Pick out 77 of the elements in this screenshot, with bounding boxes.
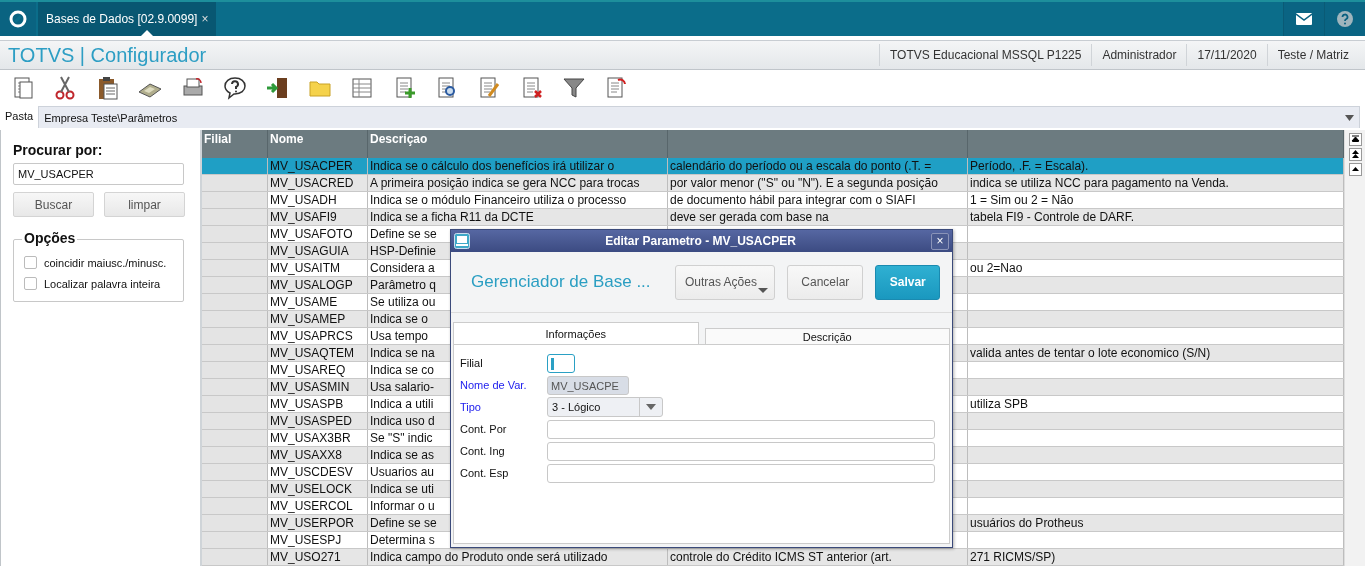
dialog-title: Editar Parametro - MV_USACPER xyxy=(604,234,797,248)
table-cell: valida antes de tentar o lote economico (S/N) xyxy=(970,346,1211,360)
table-cell: 271 RICMS/SP) xyxy=(970,550,1056,564)
table-cell: Usa salario- xyxy=(370,380,435,394)
field-label: Cont. Por xyxy=(460,423,508,435)
table-cell: controle do Crédito ICMS ST anterior (art. xyxy=(670,550,892,564)
table-cell: MV_USAFOTO xyxy=(270,227,353,241)
table-cell: HSP-Definie xyxy=(370,244,437,258)
status-item: Teste / Matriz xyxy=(1266,44,1359,66)
table-cell: Define se se xyxy=(370,227,437,241)
table-cell: MV_USAME xyxy=(270,295,338,309)
table-cell: MV_USACPER xyxy=(270,159,353,173)
table-cell: tabela FI9 - Controle de DARF. xyxy=(970,210,1135,224)
table-cell: Indica campo do Produto onde será utilizado xyxy=(370,550,608,564)
table-cell: ou 2=Nao xyxy=(970,261,1023,275)
status-item: TOTVS Educacional MSSQL P1225 xyxy=(879,44,1092,66)
table-cell: MV_USERCOL xyxy=(270,499,353,513)
table-cell: MV_USESPJ xyxy=(270,533,342,547)
table-cell: MV_USASPED xyxy=(270,414,353,428)
table-cell: MV_USO271 xyxy=(270,550,341,564)
field-label: Filial xyxy=(460,357,484,369)
field-label: Cont. Ing xyxy=(460,445,506,457)
status-item: Administrador xyxy=(1091,44,1187,66)
table-cell: Considera a xyxy=(370,261,435,275)
app-title: TOTVS | Configurador xyxy=(8,43,207,67)
table-cell: MV_USACRED xyxy=(270,176,354,190)
field-label: Tipo xyxy=(460,401,482,413)
table-cell: MV_USAITM xyxy=(270,261,340,275)
table-cell: de documento hábil para integrar com o SIAFI xyxy=(670,193,916,207)
table-cell: Indica se co xyxy=(370,363,435,377)
table-cell: Indica a utili xyxy=(370,397,434,411)
table-cell: deve ser gerada com base na xyxy=(670,210,829,224)
table-cell: Se "S" indic xyxy=(370,431,433,445)
table-cell: A primeira posição indica se gera NCC para trocas xyxy=(370,176,640,190)
table-cell: usuários do Protheus xyxy=(970,516,1084,530)
table-cell: Indica se o xyxy=(370,312,429,326)
table-cell: Define se se xyxy=(370,516,437,530)
table-cell: MV_USAPRCS xyxy=(270,329,353,343)
table-cell: Indica se uti xyxy=(370,482,435,496)
table-cell: MV_USASPB xyxy=(270,397,344,411)
table-cell: Indica se as xyxy=(370,448,435,462)
table-cell: Informar o u xyxy=(370,499,435,513)
table-cell: MV_USAREQ xyxy=(270,363,346,377)
table-cell: MV_USAFI9 xyxy=(270,210,337,224)
table-cell: Indica se a ficha R11 da DCTE xyxy=(370,210,534,224)
table-cell: Determina s xyxy=(370,533,435,547)
table-cell: MV_USALOGP xyxy=(270,278,353,292)
table-cell: MV_USASMIN xyxy=(270,380,350,394)
dialog-heading: Gerenciador de Base ... xyxy=(471,272,651,292)
table-cell: MV_USERPOR xyxy=(270,516,355,530)
table-cell: MV_USADH xyxy=(270,193,337,207)
status-item: 17/11/2020 xyxy=(1186,44,1267,66)
table-cell: MV_USCDESV xyxy=(270,465,353,479)
table-cell: utiliza SPB xyxy=(970,397,1029,411)
field-label: Nome de Var. xyxy=(460,379,528,391)
options-title: Opções xyxy=(22,230,78,246)
table-cell: Usuarios au xyxy=(370,465,435,479)
table-cell: MV_USAQTEM xyxy=(270,346,354,360)
table-cell: Indica se o módulo Financeiro utiliza o processo xyxy=(370,193,627,207)
table-cell: MV_USAXX8 xyxy=(270,448,343,462)
table-cell: Usa tempo xyxy=(370,329,429,343)
table-cell: MV_USAX3BR xyxy=(270,431,351,445)
search-title: Procurar por: xyxy=(13,142,104,158)
table-cell: por valor menor ("S" ou "N"). E a segunda posição xyxy=(670,176,938,190)
table-cell: MV_USAMEP xyxy=(270,312,346,326)
table-cell: Indica se na xyxy=(370,346,435,360)
table-cell: Se utiliza ou xyxy=(370,295,436,309)
table-cell: indica se utiliza NCC para pagamento na Venda. xyxy=(970,176,1229,190)
table-cell: Indica se o cálculo dos benefícios irá utilizar o xyxy=(370,159,615,173)
table-cell: MV_USELOCK xyxy=(270,482,353,496)
table-cell: calendário do período ou a escala do ponto (.T. = xyxy=(670,159,932,173)
table-cell: Indica uso d xyxy=(370,414,435,428)
field-label: Cont. Esp xyxy=(460,467,510,479)
table-cell: Parâmetro q xyxy=(370,278,437,292)
table-cell: Período, .F. = Escala). xyxy=(970,159,1089,173)
table-cell: 1 = Sim ou 2 = Não xyxy=(970,193,1074,207)
table-cell: MV_USAGUIA xyxy=(270,244,349,258)
